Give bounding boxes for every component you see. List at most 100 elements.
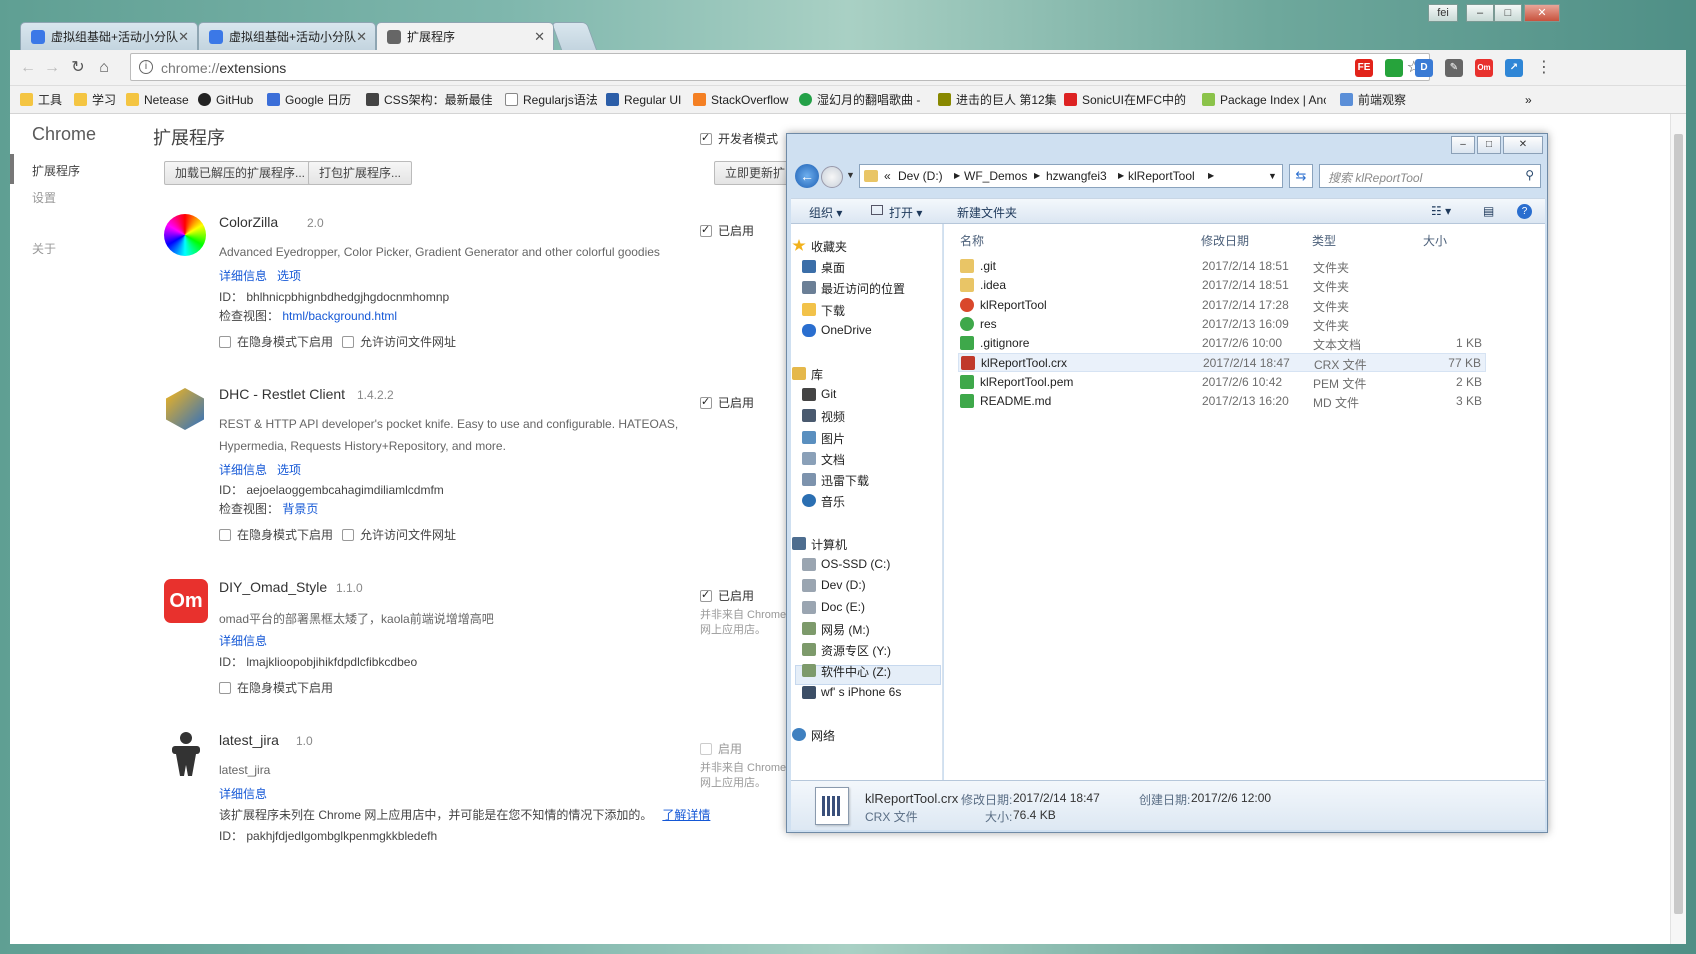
info-icon[interactable]: i (139, 60, 153, 74)
forward-arrow-icon[interactable] (821, 166, 843, 188)
explorer-minimize-button[interactable]: – (1451, 136, 1475, 154)
file-row[interactable]: res 2017/2/13 16:09 文件夹 (958, 315, 1486, 334)
file-row[interactable]: .idea 2017/2/14 18:51 文件夹 (958, 276, 1486, 295)
options-link[interactable]: 选项 (277, 267, 301, 284)
scrollbar-thumb[interactable] (1674, 134, 1683, 914)
dhc-extension-icon[interactable]: D (1415, 59, 1433, 77)
file-row[interactable]: klReportTool 2017/2/14 17:28 文件夹 (958, 296, 1486, 315)
nav-item[interactable]: 下载 (802, 302, 845, 319)
dev-mode-toggle[interactable]: 开发者模式 (700, 130, 778, 147)
bookmark-item[interactable]: 前端观察 (1340, 92, 1406, 108)
nav-item[interactable]: 文档 (802, 451, 845, 468)
file-row[interactable]: .git 2017/2/14 18:51 文件夹 (958, 257, 1486, 276)
nav-item[interactable]: 桌面 (802, 259, 845, 276)
breadcrumb-item[interactable]: Dev (D:) (898, 169, 943, 183)
learn-more-link[interactable]: 了解详情 (662, 808, 710, 822)
back-arrow-icon[interactable]: ← (795, 164, 819, 188)
column-header-size[interactable]: 大小 (1423, 232, 1447, 249)
nav-item[interactable]: OS-SSD (C:) (802, 557, 890, 571)
bookmark-item[interactable]: 工具 (20, 92, 62, 108)
omnibox[interactable]: i chrome://extensions ☆ (130, 53, 1430, 81)
file-access-option[interactable]: 允许访问文件网址 (342, 526, 456, 543)
preview-pane-icon[interactable]: ▤ (1483, 204, 1494, 218)
nav-item[interactable]: 最近访问的位置 (802, 280, 905, 297)
nav-item[interactable]: Git (802, 387, 836, 401)
nav-item[interactable]: wf' s iPhone 6s (802, 685, 901, 699)
nav-item[interactable]: 软件中心 (Z:) (802, 663, 891, 680)
page-scrollbar[interactable] (1670, 114, 1686, 944)
column-header-type[interactable]: 类型 (1312, 232, 1336, 249)
inspect-link[interactable]: html/background.html (282, 309, 397, 323)
file-row[interactable]: klReportTool.pem 2017/2/6 10:42 PEM 文件 2 KB (958, 373, 1486, 392)
enable-toggle[interactable]: 启用 (700, 740, 742, 757)
search-input[interactable]: 搜索 klReportTool ⚲ (1319, 164, 1541, 188)
nav-item[interactable]: 视频 (802, 408, 845, 425)
incognito-option[interactable]: 在隐身模式下启用 (219, 526, 333, 543)
nav-item[interactable]: 库 (792, 366, 823, 383)
tab-extensions[interactable]: 扩展程序 ✕ (376, 22, 554, 50)
column-header-name[interactable]: 名称 (960, 232, 984, 249)
new-folder-button[interactable]: 新建文件夹 (957, 204, 1017, 221)
tab-1[interactable]: 虚拟组基础+活动小分队 ✕ (20, 22, 198, 50)
incognito-option[interactable]: 在隐身模式下启用 (219, 679, 333, 696)
minimize-button[interactable]: – (1466, 4, 1494, 22)
nav-item[interactable]: 资源专区 (Y:) (802, 642, 891, 659)
bookmark-item[interactable]: Google 日历 (267, 92, 351, 108)
bookmark-item[interactable]: 学习 (74, 92, 116, 108)
view-options-icon[interactable]: ☷ ▾ (1431, 204, 1451, 218)
search-icon[interactable]: ⚲ (1525, 168, 1534, 182)
forward-button[interactable]: → (40, 56, 64, 80)
eyedropper-extension-icon[interactable]: ✎ (1445, 59, 1463, 77)
address-dropdown-icon[interactable]: ▼ (1268, 171, 1277, 181)
enabled-toggle[interactable]: 已启用 (700, 394, 754, 411)
help-icon[interactable]: ? (1517, 204, 1532, 219)
sidebar-item-settings[interactable]: 设置 (32, 189, 56, 206)
bookmark-item[interactable]: Regular UI (606, 92, 681, 108)
reload-button[interactable]: ↻ (66, 56, 90, 80)
file-row-selected[interactable]: klReportTool.crx 2017/2/14 18:47 CRX 文件 77 … (958, 353, 1486, 372)
nav-item[interactable]: 网络 (792, 727, 835, 744)
new-tab-button[interactable] (550, 22, 598, 50)
bookmarks-overflow-button[interactable]: » (1525, 92, 1532, 108)
refresh-icon[interactable]: ⇆ (1289, 164, 1313, 188)
tab-2[interactable]: 虚拟组基础+活动小分队 ✕ (198, 22, 376, 50)
nav-item[interactable]: 计算机 (792, 536, 847, 553)
tab-close-icon[interactable]: ✕ (178, 23, 189, 50)
nav-item[interactable]: 图片 (802, 430, 845, 447)
nav-item[interactable]: OneDrive (802, 323, 872, 337)
arrow-extension-icon[interactable]: ↗ (1505, 59, 1523, 77)
details-link[interactable]: 详细信息 (219, 785, 267, 802)
open-menu[interactable]: 打开 ▾ (871, 204, 922, 221)
tab-close-icon[interactable]: ✕ (356, 23, 367, 50)
bookmark-item[interactable]: Package Index | Anc (1202, 92, 1326, 108)
dev-mode-checkbox[interactable] (700, 131, 712, 145)
bookmark-item[interactable]: 湿幻月的翻唱歌曲 - (799, 92, 929, 108)
sidebar-item-extensions[interactable]: 扩展程序 (32, 162, 80, 179)
nav-item-selected[interactable]: Dev (D:) (802, 578, 866, 592)
details-link[interactable]: 详细信息 (219, 632, 267, 649)
bookmark-item[interactable]: StackOverflow (693, 92, 788, 108)
nav-item[interactable]: 收藏夹 (792, 238, 847, 255)
bookmark-item[interactable]: Netease (126, 92, 189, 108)
inspect-link[interactable]: 背景页 (282, 502, 318, 516)
nav-item[interactable]: Doc (E:) (802, 600, 865, 614)
column-header-modified[interactable]: 修改日期 (1201, 232, 1249, 249)
bookmark-item[interactable]: CSS架构：最新最佳 (366, 92, 492, 108)
om-extension-icon[interactable]: Om (1475, 59, 1493, 77)
enabled-toggle[interactable]: 已启用 (700, 587, 754, 604)
address-bar[interactable]: « Dev (D:) ▶ WF_Demos ▶ hzwangfei3 ▶ klR… (859, 164, 1283, 188)
update-extensions-button[interactable]: 立即更新扩 (714, 161, 790, 185)
breadcrumb-item[interactable]: WF_Demos (964, 169, 1027, 183)
back-button[interactable]: ← (16, 56, 40, 80)
green-extension-icon[interactable] (1385, 59, 1403, 77)
fe-extension-icon[interactable]: FE (1355, 59, 1373, 77)
bookmark-item[interactable]: 进击的巨人 第12集 (938, 92, 1057, 108)
explorer-close-button[interactable]: ✕ (1503, 136, 1543, 154)
sidebar-item-about[interactable]: 关于 (32, 240, 56, 257)
breadcrumb-item[interactable]: klReportTool (1128, 169, 1195, 183)
load-unpacked-button[interactable]: 加载已解压的扩展程序... (164, 161, 317, 185)
file-access-option[interactable]: 允许访问文件网址 (342, 333, 456, 350)
details-link[interactable]: 详细信息 (219, 267, 267, 284)
details-link[interactable]: 详细信息 (219, 461, 267, 478)
explorer-maximize-button[interactable]: □ (1477, 136, 1501, 154)
